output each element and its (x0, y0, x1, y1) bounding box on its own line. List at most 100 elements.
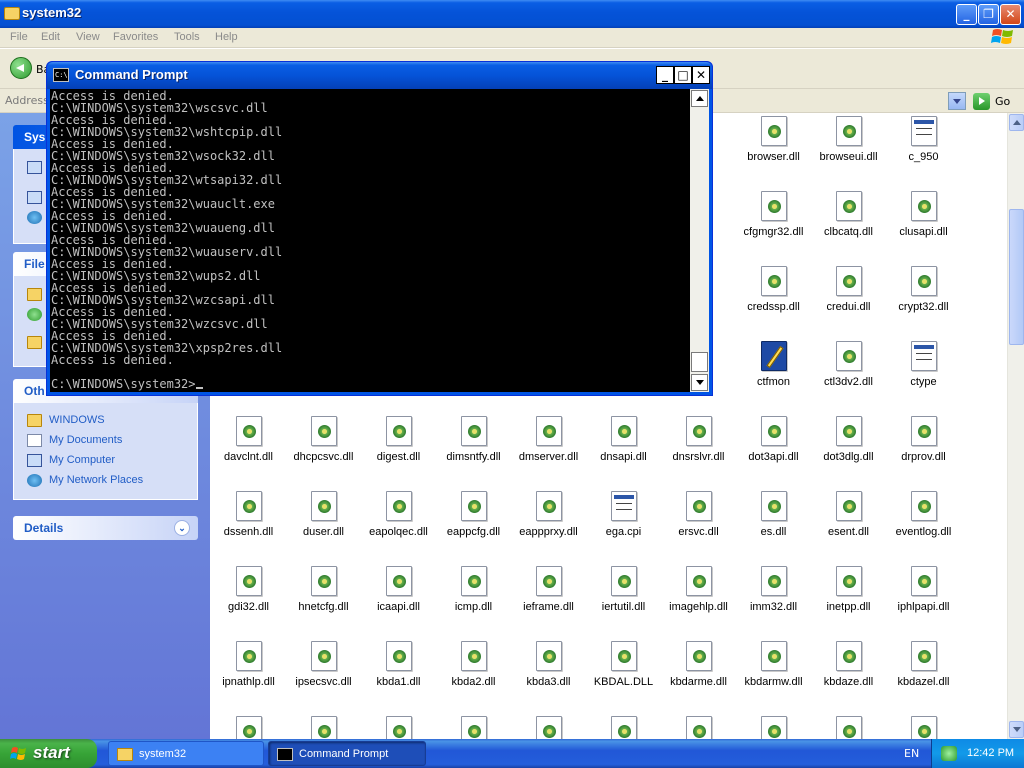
file-item[interactable]: dot3dlg.dll (811, 416, 886, 463)
file-item[interactable]: ctype (886, 341, 961, 388)
file-item[interactable]: browser.dll (736, 116, 811, 163)
file-item[interactable]: kbdazel.dll (886, 641, 961, 688)
file-item[interactable]: ipnathlp.dll (211, 641, 286, 688)
file-item[interactable]: kbdarmw.dll (736, 641, 811, 688)
clock[interactable]: 12:42 PM (967, 747, 1014, 759)
taskbar-item-system32[interactable]: system32 (108, 741, 264, 766)
file-item[interactable]: eventlog.dll (886, 491, 961, 538)
file-name: browser.dll (747, 151, 800, 163)
file-item[interactable]: dimsntfy.dll (436, 416, 511, 463)
search-icon[interactable] (27, 211, 42, 224)
file-item[interactable]: dnsapi.dll (586, 416, 661, 463)
menu-tools[interactable]: Tools (174, 31, 200, 43)
file-item[interactable]: ctl3dv2.dll (811, 341, 886, 388)
start-button[interactable]: start (0, 739, 97, 768)
file-item[interactable]: dot3api.dll (736, 416, 811, 463)
other-place-my-network-places[interactable]: My Network Places (49, 474, 143, 486)
explorer-title-bar[interactable]: system32 _ ❐ ✕ (0, 0, 1024, 28)
file-item[interactable]: kbdaze.dll (811, 641, 886, 688)
security-center-icon[interactable] (941, 746, 957, 761)
chevron-down-icon[interactable]: ⌄ (174, 520, 190, 536)
close-button[interactable]: ✕ (1000, 4, 1021, 25)
file-item[interactable]: iphlpapi.dll (886, 566, 961, 613)
file-item[interactable]: KBDAL.DLL (586, 641, 661, 688)
menu-favorites[interactable]: Favorites (113, 31, 158, 43)
file-item[interactable]: eapolqec.dll (361, 491, 436, 538)
taskbar-item-command-prompt[interactable]: Command Prompt (268, 741, 426, 766)
file-item[interactable]: ctfmon (736, 341, 811, 388)
back-arrow-icon[interactable] (10, 57, 32, 79)
other-place-my-documents[interactable]: My Documents (49, 434, 122, 446)
file-item[interactable]: credssp.dll (736, 266, 811, 313)
file-item[interactable]: eappcfg.dll (436, 491, 511, 538)
file-item[interactable]: eappprxy.dll (511, 491, 586, 538)
cmd-maximize-button[interactable]: □ (674, 66, 692, 84)
cmd-scroll-up-button[interactable] (691, 90, 708, 107)
file-item[interactable]: kbda2.dll (436, 641, 511, 688)
menu-view[interactable]: View (76, 31, 100, 43)
file-item[interactable]: hnetcfg.dll (286, 566, 361, 613)
file-item[interactable]: kbda1.dll (361, 641, 436, 688)
minimize-button[interactable]: _ (956, 4, 977, 25)
view-info-icon[interactable] (27, 161, 42, 174)
file-item[interactable]: esent.dll (811, 491, 886, 538)
file-item[interactable]: gdi32.dll (211, 566, 286, 613)
file-item[interactable]: clusapi.dll (886, 191, 961, 238)
file-item[interactable]: icaapi.dll (361, 566, 436, 613)
file-item[interactable]: inetpp.dll (811, 566, 886, 613)
new-folder-icon[interactable] (27, 288, 42, 301)
scroll-thumb[interactable] (1009, 209, 1024, 345)
language-indicator[interactable]: EN (904, 747, 919, 760)
details-header[interactable]: Details ⌄ (13, 516, 198, 540)
file-item[interactable]: imagehlp.dll (661, 566, 736, 613)
menu-edit[interactable]: Edit (41, 31, 60, 43)
file-item[interactable]: cfgmgr32.dll (736, 191, 811, 238)
share-folder-icon[interactable] (27, 336, 42, 349)
file-item[interactable]: duser.dll (286, 491, 361, 538)
taskbar-item-label: system32 (139, 748, 187, 760)
file-item[interactable]: dhcpcsvc.dll (286, 416, 361, 463)
file-item[interactable]: dmserver.dll (511, 416, 586, 463)
file-item[interactable]: davclnt.dll (211, 416, 286, 463)
file-item[interactable]: imm32.dll (736, 566, 811, 613)
cmd-vertical-scrollbar[interactable] (690, 89, 709, 392)
file-item[interactable]: icmp.dll (436, 566, 511, 613)
file-item[interactable]: ieframe.dll (511, 566, 586, 613)
file-item[interactable]: kbda3.dll (511, 641, 586, 688)
file-item[interactable]: ega.cpi (586, 491, 661, 538)
taskbar: start system32 Command Prompt EN 12:42 P… (0, 739, 1024, 768)
file-item[interactable]: c_950 (886, 116, 961, 163)
go-arrow-icon[interactable] (973, 93, 990, 110)
file-item[interactable]: dssenh.dll (211, 491, 286, 538)
cmd-minimize-button[interactable]: _ (656, 66, 674, 84)
publish-web-icon[interactable] (27, 308, 42, 321)
file-item[interactable]: kbdarme.dll (661, 641, 736, 688)
file-item[interactable]: credui.dll (811, 266, 886, 313)
address-dropdown-button[interactable] (948, 92, 966, 110)
go-button-label[interactable]: Go (995, 95, 1010, 108)
file-item[interactable]: drprov.dll (886, 416, 961, 463)
menu-help[interactable]: Help (215, 31, 238, 43)
file-item[interactable]: browseui.dll (811, 116, 886, 163)
cmd-scroll-down-button[interactable] (691, 374, 708, 391)
file-item[interactable]: ersvc.dll (661, 491, 736, 538)
cmd-scroll-thumb[interactable] (691, 352, 708, 372)
file-item[interactable]: crypt32.dll (886, 266, 961, 313)
menu-file[interactable]: File (10, 31, 28, 43)
maximize-button[interactable]: ❐ (978, 4, 999, 25)
cmd-close-button[interactable]: ✕ (692, 66, 710, 84)
other-place-my-computer[interactable]: My Computer (49, 454, 115, 466)
command-prompt-title-bar[interactable]: C:\ Command Prompt _ □ ✕ (47, 62, 712, 89)
file-item[interactable]: es.dll (736, 491, 811, 538)
console-output[interactable]: Access is denied. C:\WINDOWS\system32\ws… (50, 89, 690, 392)
other-place-windows[interactable]: WINDOWS (49, 414, 105, 426)
file-item[interactable]: ipsecsvc.dll (286, 641, 361, 688)
file-item[interactable]: iertutil.dll (586, 566, 661, 613)
scroll-down-button[interactable] (1009, 721, 1024, 738)
add-remove-icon[interactable] (27, 191, 42, 204)
file-item[interactable]: dnsrslvr.dll (661, 416, 736, 463)
file-item[interactable]: digest.dll (361, 416, 436, 463)
file-item[interactable]: clbcatq.dll (811, 191, 886, 238)
scroll-up-button[interactable] (1009, 114, 1024, 131)
explorer-vertical-scrollbar[interactable] (1007, 113, 1024, 739)
